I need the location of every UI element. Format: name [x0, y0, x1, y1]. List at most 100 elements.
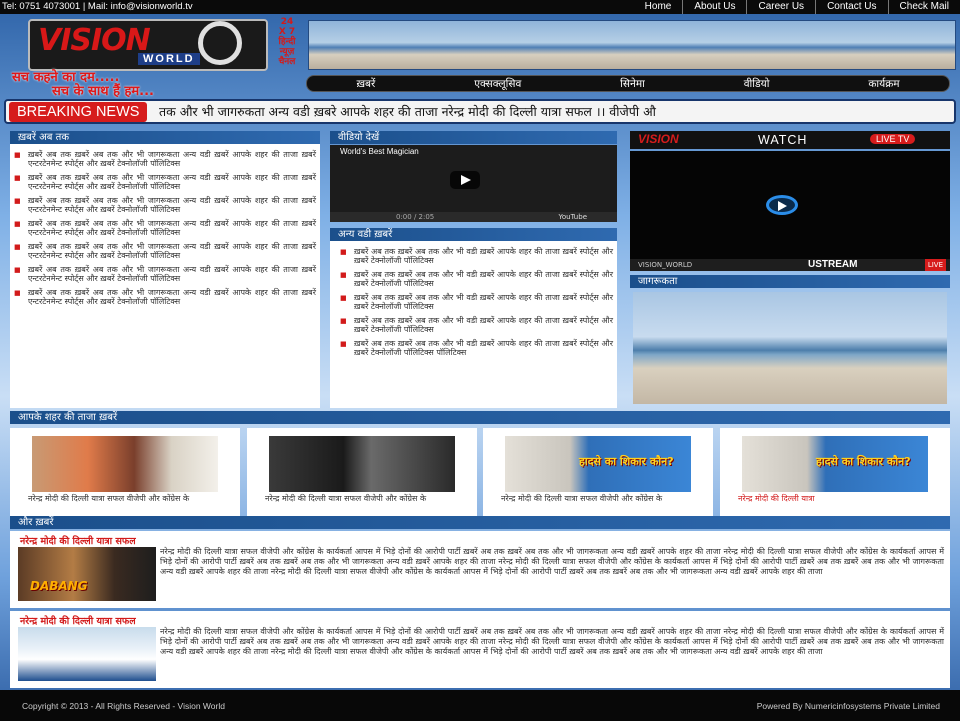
top-nav: Home About Us Career Us Contact Us Check… [634, 0, 960, 14]
city-news-card[interactable]: हादसे का शिकार कौन? नरेन्द्र मोदी की दिल… [483, 428, 713, 518]
city-news-image[interactable] [269, 436, 455, 492]
article-text: नरेन्द्र मोदी की दिल्ली यात्रा सफल वीजेप… [160, 547, 944, 577]
header-banner-image [308, 20, 956, 70]
other-news-list: ■ ख़बरें अब तक ख़बरें अब तक और भी वडी ख़ब… [330, 241, 617, 357]
main-nav-cinema[interactable]: सिनेमा [620, 77, 645, 91]
article-title[interactable]: नरेन्द्र मोदी की दिल्ली यात्रा सफल [20, 614, 136, 627]
nav-home-link[interactable]: Home [634, 0, 683, 14]
article-text: नरेन्द्र मोदी की दिल्ली यात्रा सफल वीजेप… [160, 627, 944, 657]
news-list-item[interactable]: ■ ख़बरें अब तक ख़बरें अब तक और भी जागरूकत… [14, 265, 316, 283]
bullet-icon: ■ [340, 271, 347, 279]
bullet-icon: ■ [14, 220, 21, 228]
logo-world-text: WORLD [138, 53, 200, 65]
city-news-card[interactable]: नरेन्द्र मोदी की दिल्ली यात्रा सफल वीजेप… [247, 428, 477, 518]
city-news-cards: नरेन्द्र मोदी की दिल्ली यात्रा सफल वीजेप… [10, 428, 950, 518]
news-item-text[interactable]: ख़बरें अब तक ख़बरें अब तक और भी जागरूकता… [28, 150, 316, 168]
video-player[interactable]: World's Best Magician 0:00 / 2:05 YouTub… [330, 145, 617, 222]
news-item-text[interactable]: ख़बरें अब तक ख़बरें अब तक और भी वडी ख़बर… [354, 247, 613, 265]
city-news-caption[interactable]: नरेन्द्र मोदी की दिल्ली यात्रा सफल वीजेप… [28, 494, 222, 504]
ticker-text[interactable]: तक और भी जागरुकता अन्य वडी ख़बरे आपके शह… [159, 103, 656, 120]
bullet-icon: ■ [340, 294, 347, 302]
news-list-item[interactable]: ■ ख़बरें अब तक ख़बरें अब तक और भी जागरूकत… [14, 150, 316, 168]
nav-contact-link[interactable]: Contact Us [815, 0, 887, 14]
news-list-item[interactable]: ■ ख़बरें अब तक ख़बरें अब तक और भी वडी ख़ब… [340, 339, 613, 357]
city-news-caption[interactable]: नरेन्द्र मोदी की दिल्ली यात्रा सफल वीजेप… [265, 494, 459, 504]
main-nav-news[interactable]: ख़बरें [356, 77, 375, 91]
news-item-text[interactable]: ख़बरें अब तक ख़बरें अब तक और भी वडी ख़बर… [354, 339, 613, 357]
live-tv-player[interactable]: VISION_WORLD USTREAM LIVE [630, 151, 950, 271]
news-list-item[interactable]: ■ ख़बरें अब तक ख़बरें अब तक और भी जागरूकत… [14, 196, 316, 214]
bullet-icon: ■ [340, 340, 347, 348]
news-item-text[interactable]: ख़बरें अब तक ख़बरें अब तक और भी जागरूकता… [28, 173, 316, 191]
live-tv-badge: LIVE TV [870, 134, 916, 144]
article-image[interactable]: DABANG [18, 547, 156, 601]
bullet-icon: ■ [14, 289, 21, 297]
city-news-caption[interactable]: नरेन्द्र मोदी की दिल्ली यात्रा सफल वीजेप… [501, 494, 695, 504]
channel-name: VISION_WORLD [638, 261, 693, 269]
city-news-card[interactable]: हादसे का शिकार कौन? नरेन्द्र मोदी की दिल… [720, 428, 950, 518]
news-item-text[interactable]: ख़बरें अब तक ख़बरें अब तक और भी जागरूकता… [28, 196, 316, 214]
news-now-panel: ख़बरें अब तक ■ ख़बरें अब तक ख़बरें अब तक … [10, 131, 320, 408]
breaking-news-label: BREAKING NEWS [9, 102, 148, 122]
more-news-heading: और ख़बरें [10, 516, 950, 529]
ustream-logo[interactable]: USTREAM [808, 259, 857, 271]
video-title: World's Best Magician [340, 147, 419, 156]
video-heading: वीडियो देखें [330, 131, 617, 144]
main-nav-video[interactable]: वीडियो [744, 77, 770, 91]
city-news-image-text: हादसे का शिकार कौन? [816, 455, 911, 468]
play-icon[interactable] [450, 171, 480, 189]
city-news-image-text: हादसे का शिकार कौन? [579, 455, 674, 468]
city-news-image[interactable] [32, 436, 218, 492]
live-play-icon[interactable] [766, 195, 798, 215]
city-news-image[interactable]: हादसे का शिकार कौन? [505, 436, 691, 492]
nav-check-mail-link[interactable]: Check Mail [887, 0, 960, 14]
nav-about-link[interactable]: About Us [682, 0, 746, 14]
bullet-icon: ■ [340, 248, 347, 256]
city-news-card[interactable]: नरेन्द्र मोदी की दिल्ली यात्रा सफल वीजेप… [10, 428, 240, 518]
news-list-item[interactable]: ■ ख़बरें अब तक ख़बरें अब तक और भी वडी ख़ब… [340, 316, 613, 334]
news-item-text[interactable]: ख़बरें अब तक ख़बरें अब तक और भी वडी ख़बर… [354, 270, 613, 288]
logo-plate: VISION WORLD [28, 19, 268, 71]
nav-career-link[interactable]: Career Us [746, 0, 815, 14]
city-news-image[interactable]: हादसे का शिकार कौन? [742, 436, 928, 492]
breaking-news-ticker: तक और भी जागरुकता अन्य वडी ख़बरे आपके शह… [4, 99, 956, 124]
news-list-item[interactable]: ■ ख़बरें अब तक ख़बरें अब तक और भी जागरूकत… [14, 242, 316, 260]
watch-live-header: VISION WATCH LIVE TV [630, 131, 950, 149]
news-item-text[interactable]: ख़बरें अब तक ख़बरें अब तक और भी जागरूकता… [28, 219, 316, 237]
youtube-logo[interactable]: YouTube [559, 212, 587, 222]
bullet-icon: ■ [340, 317, 347, 325]
news-list-item[interactable]: ■ ख़बरें अब तक ख़बरें अब तक और भी वडी ख़ब… [340, 270, 613, 288]
footer: Copyright © 2013 - All Rights Reserved -… [0, 690, 960, 721]
powered-by-text[interactable]: Powered By Numericinfosystems Private Li… [757, 701, 940, 711]
more-news-panel: और ख़बरें [10, 516, 950, 529]
news-item-text[interactable]: ख़बरें अब तक ख़बरें अब तक और भी जागरूकता… [28, 265, 316, 283]
bullet-icon: ■ [14, 174, 21, 182]
news-list-item[interactable]: ■ ख़बरें अब तक ख़बरें अब तक और भी जागरूकत… [14, 288, 316, 306]
video-controls[interactable]: 0:00 / 2:05 YouTube [330, 212, 617, 222]
news-item-text[interactable]: ख़बरें अब तक ख़बरें अब तक और भी वडी ख़बर… [354, 316, 613, 334]
city-news-caption[interactable]: नरेन्द्र मोदी की दिल्ली यात्रा [738, 494, 932, 504]
news-item-text[interactable]: ख़बरें अब तक ख़बरें अब तक और भी जागरूकता… [28, 288, 316, 306]
news-item-text[interactable]: ख़बरें अब तक ख़बरें अब तक और भी वडी ख़बर… [354, 293, 613, 311]
news-list-item[interactable]: ■ ख़बरें अब तक ख़बरें अब तक और भी वडी ख़ब… [340, 293, 613, 311]
other-news-panel: अन्य वडी ख़बरें ■ ख़बरें अब तक ख़बरें अब … [330, 228, 617, 408]
copyright-text: Copyright © 2013 - All Rights Reserved -… [22, 701, 225, 711]
article-image[interactable] [18, 627, 156, 681]
bullet-icon: ■ [14, 151, 21, 159]
slogan: सच कहने का दम..... सच के साथ हैं हम... [12, 67, 154, 99]
news-list-item[interactable]: ■ ख़बरें अब तक ख़बरें अब तक और भी जागरूकत… [14, 219, 316, 237]
news-list-item[interactable]: ■ ख़बरें अब तक ख़बरें अब तक और भी वडी ख़ब… [340, 247, 613, 265]
news-list-item[interactable]: ■ ख़बरें अब तक ख़बरें अब तक और भी जागरूकत… [14, 173, 316, 191]
article-item: नरेन्द्र मोदी की दिल्ली यात्रा सफल नरेन्… [10, 611, 950, 688]
awareness-panel: जागरूकता [630, 275, 950, 288]
news-now-list: ■ ख़बरें अब तक ख़बरें अब तक और भी जागरूकत… [10, 144, 320, 306]
main-nav-programs[interactable]: कार्यक्रम [868, 77, 899, 91]
awareness-image[interactable] [633, 292, 947, 404]
article-item: नरेन्द्र मोदी की दिल्ली यात्रा सफल DABAN… [10, 531, 950, 608]
article-title[interactable]: नरेन्द्र मोदी की दिल्ली यात्रा सफल [20, 534, 136, 547]
city-news-highlight[interactable]: नरेन्द्र मोदी की दिल्ली यात्रा [738, 494, 815, 503]
slogan-line-2: सच के साथ हैं हम... [52, 84, 154, 99]
main-nav-exclusive[interactable]: एक्सक्लूसिव [474, 77, 521, 91]
logo-247-tag: 24 X 7 हिन्दी न्यूज़ चैनल [278, 17, 296, 67]
news-item-text[interactable]: ख़बरें अब तक ख़बरें अब तक और भी जागरूकता… [28, 242, 316, 260]
